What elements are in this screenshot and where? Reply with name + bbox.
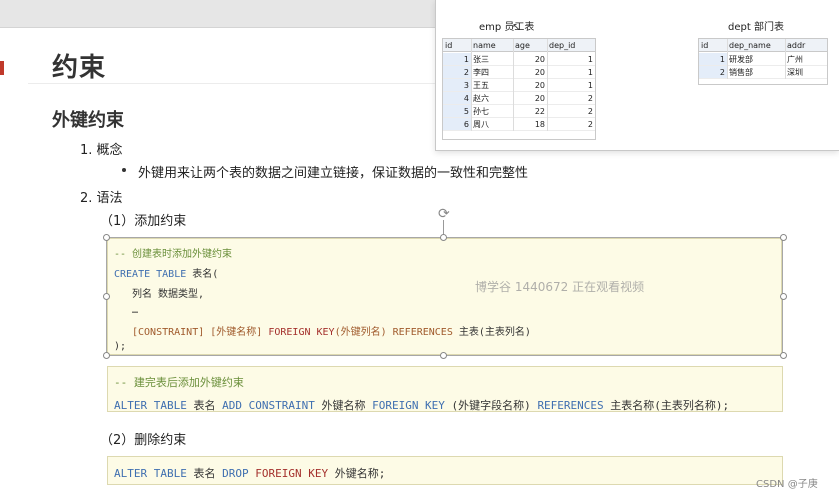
row-divider <box>443 130 595 131</box>
subheading-drop-constraint: （2）删除约束 <box>100 433 187 448</box>
code-text: 外键名称; <box>328 467 386 480</box>
list-item-concept: 1. 概念 <box>80 143 123 158</box>
resize-handle-top-left[interactable] <box>103 234 110 241</box>
sql-keyword: DROP <box>222 467 249 480</box>
code-text: 表名 <box>186 467 223 480</box>
code-text: 主表名称(主表列名称); <box>603 399 730 412</box>
subheading-add-constraint: （1）添加约束 <box>100 214 187 229</box>
code-block-alter-add[interactable]: -- 建完表后添加外键约束 ALTER TABLE 表名 ADD CONSTRA… <box>107 366 783 412</box>
resize-handle-left[interactable] <box>103 293 110 300</box>
sql-keyword: FOREIGN KEY <box>372 399 445 412</box>
column-divider <box>727 39 728 79</box>
dept-table-label: dept 部门表 <box>728 22 784 33</box>
code-text: 表名 <box>186 399 223 412</box>
example-tables-panel: emp 员工表 dept 部门表 id name age dep_id 1 张三 20 1 2 李… <box>435 0 839 151</box>
code-block-drop[interactable]: ALTER TABLE 表名 DROP FOREIGN KEY 外键名称; <box>107 456 783 485</box>
emp-table-label: emp 员工表 <box>479 22 535 33</box>
code-comment: -- 建完表后添加外键约束 <box>114 376 244 389</box>
mouse-cursor-icon: ↖ <box>512 22 521 33</box>
resize-handle-bottom-left[interactable] <box>103 352 110 359</box>
column-divider <box>785 39 786 79</box>
column-header[interactable]: addr <box>785 39 827 52</box>
column-header[interactable]: dep_name <box>727 39 785 52</box>
csdn-attribution: CSDN @子庚 <box>756 479 818 490</box>
row-divider <box>699 78 827 79</box>
resize-handle-bottom-right[interactable] <box>780 352 787 359</box>
emp-table: id name age dep_id 1 张三 20 1 2 李四 20 1 3 王五 20 1 4 赵六 20 2 5… <box>442 38 596 140</box>
dept-table: id dep_name addr 1 研发部 广州 2 销售部 深圳 <box>698 38 828 85</box>
column-divider <box>547 39 548 131</box>
sql-keyword: REFERENCES <box>537 399 604 412</box>
code-text: (外键字段名称) <box>444 399 538 412</box>
list-item-syntax: 2. 语法 <box>80 191 123 206</box>
slide-accent-bar <box>0 61 4 75</box>
concept-description: 外键用来让两个表的数据之间建立链接，保证数据的一致性和完整性 <box>138 166 529 181</box>
page-title: 约束 <box>52 53 107 83</box>
video-watermark: 博学谷 1440672 正在观看视频 <box>475 280 645 294</box>
resize-handle-top[interactable] <box>440 234 447 241</box>
section-title: 外键约束 <box>52 110 124 131</box>
code-line: ALTER TABLE 表名 DROP FOREIGN KEY 外键名称; <box>114 465 385 481</box>
column-header[interactable]: id <box>443 39 471 52</box>
column-divider <box>471 39 472 131</box>
bullet-icon <box>122 168 126 172</box>
code-line: ALTER TABLE 表名 ADD CONSTRAINT 外键名称 FOREI… <box>114 397 729 413</box>
sql-keyword: ALTER TABLE <box>114 399 187 412</box>
code-text: 外键名称 <box>314 399 373 412</box>
rotate-icon[interactable]: ⟳ <box>438 206 450 222</box>
sql-keyword: FOREIGN KEY <box>255 467 329 480</box>
column-header[interactable]: name <box>471 39 513 52</box>
selection-frame[interactable] <box>106 237 783 356</box>
sql-keyword: ADD CONSTRAINT <box>222 399 315 412</box>
column-header[interactable]: dep_id <box>547 39 595 52</box>
sql-keyword: ALTER TABLE <box>114 467 187 480</box>
resize-handle-right[interactable] <box>780 293 787 300</box>
column-divider <box>513 39 514 131</box>
column-header[interactable]: age <box>513 39 547 52</box>
column-header[interactable]: id <box>699 39 727 52</box>
title-divider <box>28 83 448 84</box>
resize-handle-bottom[interactable] <box>440 352 447 359</box>
resize-handle-top-right[interactable] <box>780 234 787 241</box>
